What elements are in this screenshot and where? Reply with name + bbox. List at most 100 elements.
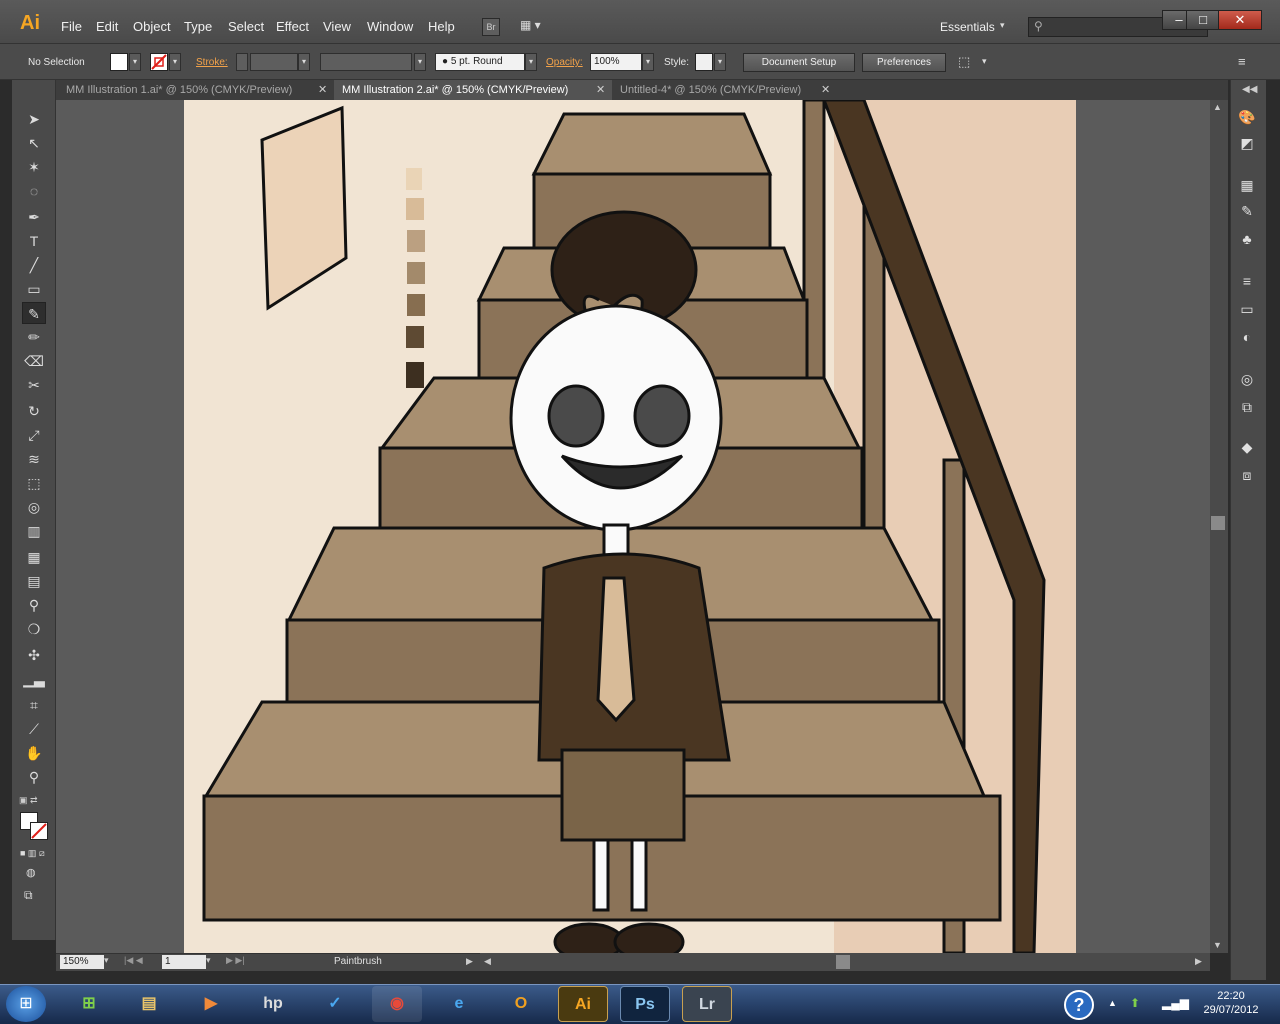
messenger-icon[interactable]: ✓ bbox=[310, 986, 360, 1022]
stroke-panel-icon[interactable]: ≡ bbox=[1235, 270, 1259, 292]
stroke-label[interactable]: Stroke: bbox=[196, 57, 228, 68]
artboard-tool-icon[interactable]: ⌗ bbox=[22, 694, 46, 716]
stroke-stepper[interactable] bbox=[236, 53, 248, 71]
hand-tool-icon[interactable]: ✋ bbox=[22, 742, 46, 764]
close-button[interactable]: ✕ bbox=[1218, 10, 1262, 30]
menu-type[interactable]: Type bbox=[184, 19, 212, 34]
windows-start-button[interactable]: ⊞ bbox=[6, 986, 46, 1022]
free-transform-tool-icon[interactable]: ⬚ bbox=[22, 472, 46, 494]
media-player-icon[interactable]: ▶ bbox=[186, 986, 236, 1022]
symbol-sprayer-tool-icon[interactable]: ✣ bbox=[22, 644, 46, 666]
status-menu-icon[interactable]: ▶ bbox=[466, 956, 473, 967]
gradient-panel-icon[interactable]: ▭ bbox=[1235, 298, 1259, 320]
paintbrush-tool-icon[interactable]: ✎ bbox=[22, 302, 46, 324]
layers-panel-icon[interactable]: ◆ bbox=[1235, 436, 1259, 458]
bridge-button[interactable]: Br bbox=[482, 18, 500, 36]
menu-object[interactable]: Object bbox=[133, 19, 171, 34]
perspective-grid-tool-icon[interactable]: ▥ bbox=[22, 520, 46, 542]
drawing-mode-icon[interactable]: ◍ bbox=[26, 866, 36, 879]
workspace-switcher[interactable]: Essentials bbox=[940, 20, 995, 34]
tab-mm-illustration-2[interactable]: MM Illustration 2.ai* @ 150% (CMYK/Previ… bbox=[334, 80, 612, 100]
tray-clock[interactable]: 22:20 29/07/2012 bbox=[1196, 989, 1266, 1017]
selection-tool-icon[interactable]: ➤ bbox=[22, 108, 46, 130]
shape-builder-tool-icon[interactable]: ◎ bbox=[22, 496, 46, 518]
scale-tool-icon[interactable]: ⤢ bbox=[22, 424, 46, 446]
fill-swatch[interactable] bbox=[110, 53, 128, 71]
symbols-panel-icon[interactable]: ♣ bbox=[1235, 228, 1259, 250]
zoom-tool-icon[interactable]: ⚲ bbox=[22, 766, 46, 788]
stroke-weight-dropdown[interactable]: ▾ bbox=[298, 53, 310, 71]
graphic-styles-icon[interactable]: ⧉ bbox=[1235, 396, 1259, 418]
artboard-number-field[interactable]: 1 bbox=[162, 955, 206, 969]
close-tab-icon[interactable]: ✕ bbox=[318, 83, 327, 96]
lightroom-taskbar-icon[interactable]: Lr bbox=[682, 986, 732, 1022]
horizontal-scroll-thumb[interactable] bbox=[836, 955, 850, 969]
control-panel-menu-icon[interactable]: ≡ bbox=[1238, 54, 1246, 69]
menu-select[interactable]: Select bbox=[228, 19, 264, 34]
tray-expand-icon[interactable]: ▲ bbox=[1108, 998, 1117, 1008]
outlook-icon[interactable]: O bbox=[496, 986, 546, 1022]
network-tray-icon[interactable]: ⬆ bbox=[1130, 996, 1140, 1010]
last-artboard-icon[interactable]: ▶ ▶| bbox=[226, 955, 245, 966]
menu-view[interactable]: View bbox=[323, 19, 351, 34]
chevron-down-icon[interactable]: ▾ bbox=[1000, 20, 1005, 31]
color-panel-icon[interactable]: 🎨 bbox=[1235, 106, 1259, 128]
scissors-tool-icon[interactable]: ✂ bbox=[22, 374, 46, 396]
variable-width-profile[interactable] bbox=[320, 53, 412, 71]
opacity-dropdown[interactable]: ▾ bbox=[642, 53, 654, 71]
vertical-scroll-thumb[interactable] bbox=[1211, 516, 1225, 530]
column-graph-tool-icon[interactable]: ▁▃ bbox=[22, 668, 46, 690]
transparency-panel-icon[interactable]: ◐ bbox=[1235, 326, 1259, 348]
hp-icon[interactable]: hp bbox=[248, 986, 298, 1022]
stroke-weight-field[interactable] bbox=[250, 53, 298, 71]
close-tab-icon[interactable]: ✕ bbox=[821, 83, 830, 96]
style-dropdown[interactable]: ▾ bbox=[714, 53, 726, 71]
pen-tool-icon[interactable]: ✒ bbox=[22, 206, 46, 228]
color-guide-icon[interactable]: ◩ bbox=[1235, 132, 1259, 154]
default-colors-icon[interactable]: ▣ ⇄ bbox=[19, 795, 38, 806]
illustrator-taskbar-icon[interactable]: Ai bbox=[558, 986, 608, 1022]
pencil-tool-icon[interactable]: ✏ bbox=[22, 326, 46, 348]
isolation-mode-icon[interactable]: ⬚ bbox=[958, 54, 970, 70]
blend-tool-icon[interactable]: ❍ bbox=[22, 618, 46, 640]
brush-definition[interactable]: ● 5 pt. Round bbox=[435, 53, 525, 71]
artboard-dropdown[interactable]: ▾ bbox=[206, 955, 211, 966]
eraser-tool-icon[interactable]: ⌫ bbox=[22, 350, 46, 372]
rotate-tool-icon[interactable]: ↻ bbox=[22, 400, 46, 422]
line-tool-icon[interactable]: ╱ bbox=[22, 254, 46, 276]
brushes-panel-icon[interactable]: ✎ bbox=[1235, 200, 1259, 222]
appearance-panel-icon[interactable]: ◎ bbox=[1235, 368, 1259, 390]
tab-untitled-4[interactable]: Untitled-4* @ 150% (CMYK/Preview) bbox=[612, 80, 838, 100]
internet-explorer-icon[interactable]: e bbox=[434, 986, 484, 1022]
direct-selection-tool-icon[interactable]: ↖ bbox=[22, 132, 46, 154]
document-setup-button[interactable]: Document Setup bbox=[743, 53, 855, 72]
stroke-dropdown[interactable]: ▾ bbox=[169, 53, 181, 71]
menu-help[interactable]: Help bbox=[428, 19, 455, 34]
windows-media-icon[interactable]: ⊞ bbox=[64, 986, 114, 1022]
style-swatch[interactable] bbox=[695, 53, 713, 71]
magic-wand-tool-icon[interactable]: ✶ bbox=[22, 156, 46, 178]
help-icon[interactable]: ? bbox=[1064, 990, 1094, 1020]
stroke-color-box[interactable] bbox=[30, 822, 48, 840]
expand-panels-icon[interactable]: ◀◀ bbox=[1242, 84, 1257, 95]
rectangle-tool-icon[interactable]: ▭ bbox=[22, 278, 46, 300]
color-mode-icons[interactable]: ■ ▥ ⧄ bbox=[20, 848, 45, 859]
menu-edit[interactable]: Edit bbox=[96, 19, 118, 34]
explorer-icon[interactable]: ▤ bbox=[124, 986, 174, 1022]
scroll-right-icon[interactable]: ▶ bbox=[1195, 956, 1202, 967]
photoshop-taskbar-icon[interactable]: Ps bbox=[620, 986, 670, 1022]
slice-tool-icon[interactable]: ⟋ bbox=[22, 718, 46, 740]
zoom-dropdown[interactable]: ▾ bbox=[104, 955, 109, 966]
chrome-icon[interactable]: ◉ bbox=[372, 986, 422, 1022]
lasso-tool-icon[interactable]: ◌ bbox=[22, 180, 46, 202]
maximize-button[interactable]: □ bbox=[1186, 10, 1220, 30]
artboard[interactable] bbox=[184, 100, 1076, 953]
screen-mode-icon[interactable]: ⧉ bbox=[24, 888, 33, 903]
profile-dropdown[interactable]: ▾ bbox=[414, 53, 426, 71]
scroll-left-icon[interactable]: ◀ bbox=[484, 956, 491, 967]
close-tab-icon[interactable]: ✕ bbox=[596, 83, 605, 96]
swatches-panel-icon[interactable]: ▦ bbox=[1235, 174, 1259, 196]
stroke-swatch[interactable] bbox=[150, 53, 168, 71]
preferences-button[interactable]: Preferences bbox=[862, 53, 946, 72]
opacity-field[interactable]: 100% bbox=[590, 53, 642, 71]
